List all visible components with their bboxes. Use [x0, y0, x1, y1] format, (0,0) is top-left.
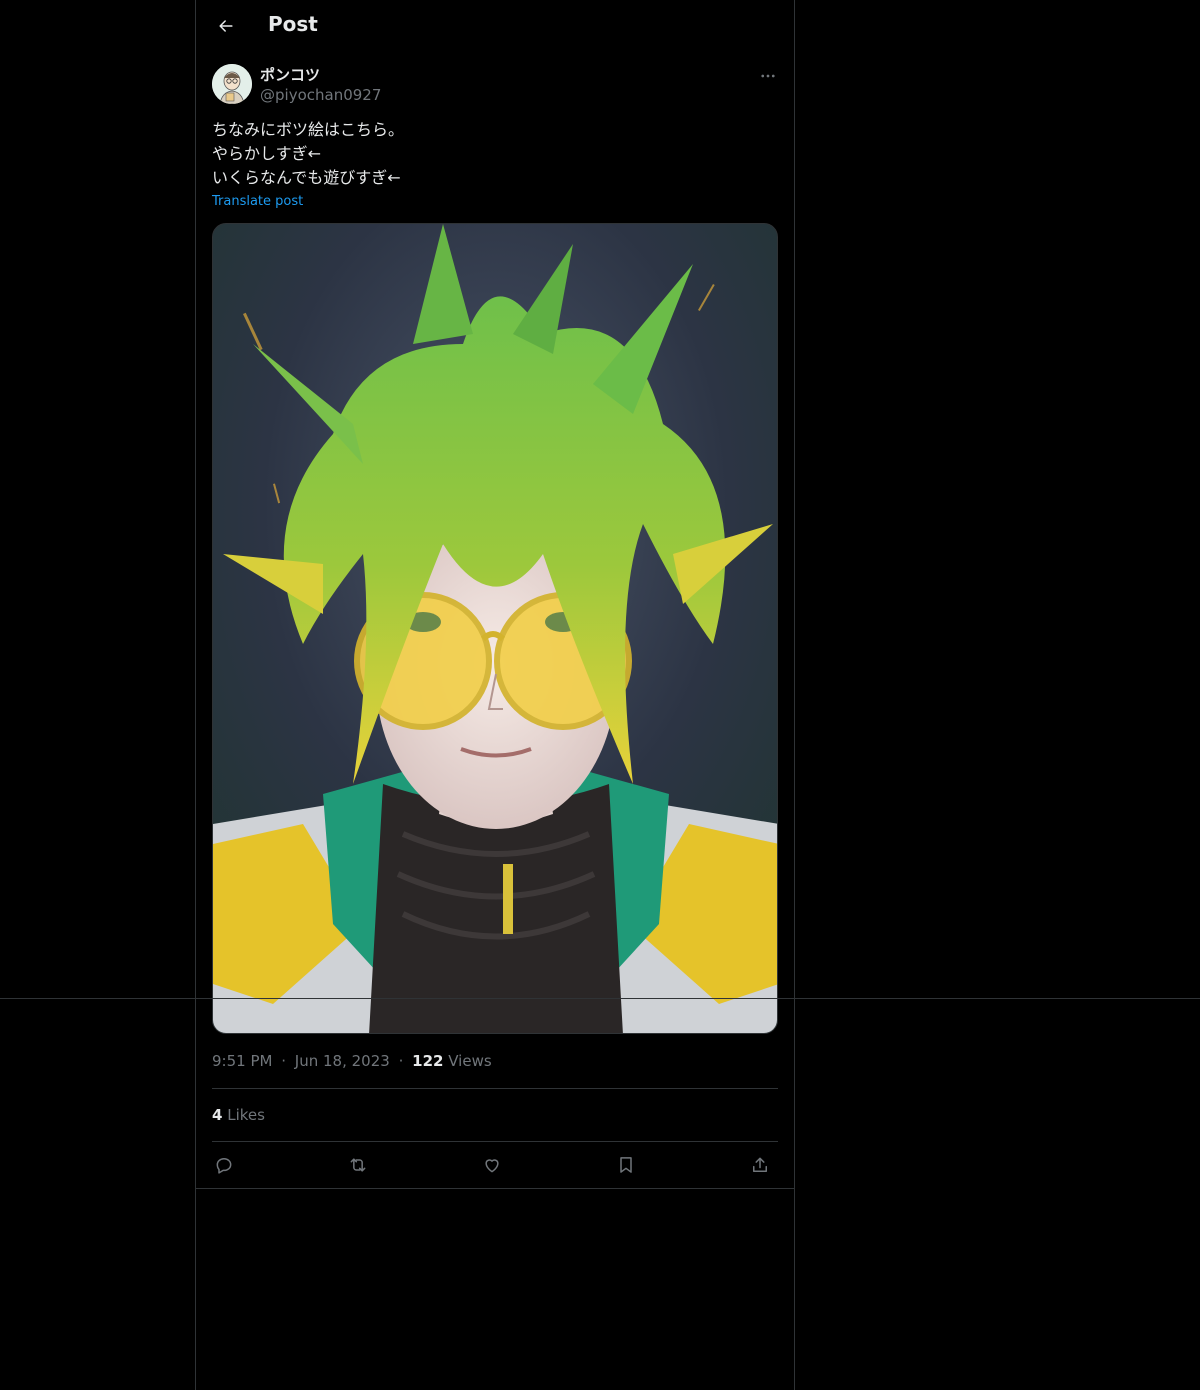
views-label: Views — [448, 1052, 492, 1070]
views-count: 122 — [412, 1052, 444, 1070]
separator-dot: · — [281, 1052, 287, 1070]
tweet-text: ちなみにボツ絵はこちら。 やらかしすぎ← いくらなんでも遊びすぎ← — [212, 118, 778, 190]
anime-portrait-illustration — [213, 224, 777, 1033]
likes-link[interactable]: 4 Likes — [212, 1106, 265, 1124]
avatar[interactable] — [212, 64, 252, 104]
divider — [212, 1088, 778, 1089]
tweet-line: いくらなんでも遊びすぎ← — [212, 168, 401, 187]
author-handle[interactable]: @piyochan0927 — [260, 86, 381, 104]
page: Post ポンコツ @piyochan0927 ちなみにボツ絵はこちら。 やらか… — [0, 0, 1200, 1390]
bookmark-icon — [620, 1157, 632, 1173]
more-horizontal-icon — [761, 74, 775, 78]
reply-icon — [216, 1158, 232, 1174]
post-image[interactable] — [212, 223, 778, 1034]
separator-dot: · — [398, 1052, 404, 1070]
post-meta: 9:51 PM · Jun 18, 2023 · 122 Views — [212, 1052, 492, 1070]
arrow-left-icon — [219, 20, 233, 32]
likes-count: 4 — [212, 1106, 223, 1124]
overlay-divider-line — [0, 998, 1200, 999]
retweet-icon — [350, 1158, 366, 1172]
post-date[interactable]: Jun 18, 2023 — [295, 1052, 390, 1070]
likes-label: Likes — [227, 1106, 265, 1124]
share-button[interactable] — [748, 1153, 772, 1177]
action-bar — [212, 1142, 778, 1188]
avatar-illustration — [212, 64, 252, 104]
reply-button[interactable] — [212, 1153, 236, 1177]
author-display-name[interactable]: ポンコツ — [260, 64, 320, 85]
post-column: Post ポンコツ @piyochan0927 ちなみにボツ絵はこちら。 やらか… — [195, 0, 795, 1390]
divider — [196, 1188, 794, 1189]
repost-button[interactable] — [346, 1153, 370, 1177]
tweet-line: ちなみにボツ絵はこちら。 — [212, 120, 405, 139]
tweet-line: やらかしすぎ← — [212, 144, 322, 163]
share-icon — [753, 1157, 767, 1172]
post-time[interactable]: 9:51 PM — [212, 1052, 272, 1070]
header: Post — [196, 0, 794, 53]
bookmark-button[interactable] — [614, 1153, 638, 1177]
back-button[interactable] — [208, 8, 244, 44]
like-button[interactable] — [480, 1153, 504, 1177]
translate-post-link[interactable]: Translate post — [212, 194, 303, 209]
like-icon — [485, 1159, 499, 1173]
more-options-button[interactable] — [756, 64, 780, 88]
page-title: Post — [268, 12, 318, 36]
